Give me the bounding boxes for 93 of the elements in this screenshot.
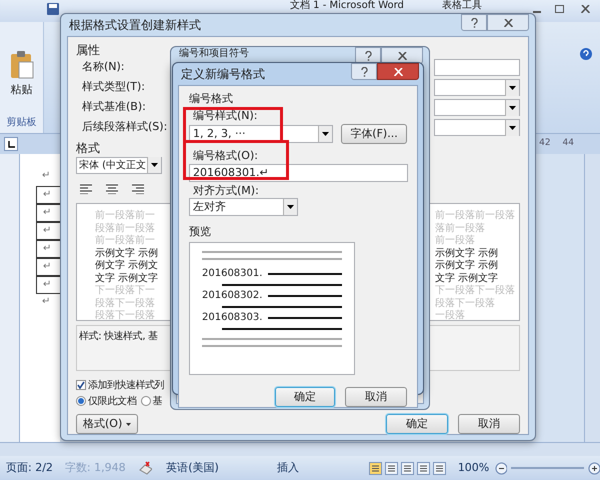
save-icon[interactable] <box>46 2 60 16</box>
checkbox-label[interactable]: 添加到快速样式列 <box>88 378 164 392</box>
table-cell-text: ↵ <box>41 295 52 309</box>
alignment-select[interactable]: 左对齐 <box>189 198 298 216</box>
preview-text: 一段落 <box>435 310 466 322</box>
name-field[interactable] <box>434 58 520 76</box>
tab-stop-icon <box>8 140 14 148</box>
ruler-number: 44 <box>562 137 574 150</box>
preview-text: 前一段落前一 <box>95 210 156 222</box>
preview-text: 例文字 示例文 <box>95 260 158 272</box>
context-tab-label: 表格工具 <box>442 0 482 12</box>
section-label: 格式 <box>76 140 100 155</box>
cancel-button[interactable]: 取消 <box>458 414 520 434</box>
preview-text: 示例文字 示例 <box>435 248 500 260</box>
close-icon <box>394 68 402 76</box>
style-description: 样式: 快速样式, 基 <box>79 331 158 342</box>
preview-text: 文字 示例文字 <box>435 272 500 284</box>
preview-text: 文字 示例文字 <box>95 272 158 284</box>
align-left-icon[interactable] <box>80 184 92 194</box>
field-label: 样式基准(B): <box>81 98 146 115</box>
format-menu-button[interactable]: 格式(O) <box>76 414 138 434</box>
preview-text: 前一段落 <box>435 235 476 248</box>
field-label: 对齐方式(M): <box>192 184 259 198</box>
help-icon <box>470 18 478 28</box>
help-icon <box>364 50 372 60</box>
ruler-number: 42 <box>539 137 551 150</box>
zoom-level[interactable]: 100% <box>458 460 490 476</box>
close-button[interactable] <box>377 63 419 80</box>
tab-stop-button[interactable] <box>4 137 18 151</box>
field-label: 名称(N): <box>81 58 125 75</box>
reading-layout-icon[interactable] <box>384 462 398 474</box>
align-right-icon[interactable] <box>132 184 144 194</box>
preview-number: 201608302. <box>202 290 262 302</box>
group-label: 编号格式 <box>189 92 233 106</box>
preview-text: 段落下一段落 <box>95 298 156 310</box>
outline-icon[interactable] <box>416 462 430 474</box>
ok-button[interactable]: 确定 <box>275 387 335 407</box>
preview-text: 前一段落前一 <box>95 235 156 248</box>
paste-label[interactable]: 粘贴 <box>10 82 32 98</box>
preview-label: 预览 <box>189 224 211 240</box>
maximize-icon <box>554 4 564 12</box>
dialog-title: 定义新编号格式 <box>181 66 265 83</box>
preview-text: 段落前一段落 <box>95 222 156 234</box>
close-icon <box>504 18 512 26</box>
dialog-title: 编号和项目符号 <box>179 47 249 61</box>
preview-text: 落前一段落 <box>435 222 486 234</box>
minimize-icon <box>533 11 541 13</box>
help-icon <box>360 66 368 76</box>
paste-icon[interactable] <box>8 50 34 80</box>
preview-text: 段落下一段落 <box>95 310 156 322</box>
preview-text: 示例文字 示例 <box>435 260 500 272</box>
close-icon <box>580 4 590 12</box>
align-center-icon[interactable] <box>106 184 118 194</box>
insert-mode[interactable]: 插入 <box>270 460 305 476</box>
section-label: 属性 <box>76 42 100 57</box>
preview-text: 示例文字 示例 <box>95 248 158 260</box>
field-label: 编号格式(O): <box>192 148 258 164</box>
checkbox[interactable] <box>76 380 86 390</box>
field-label: 编号样式(N): <box>192 108 258 124</box>
group-label: 剪贴板 <box>6 116 36 130</box>
radio-button[interactable] <box>140 396 151 406</box>
close-icon <box>398 52 406 60</box>
close-button[interactable] <box>487 14 529 31</box>
field-label: 样式类型(T): <box>81 78 146 95</box>
web-layout-icon[interactable] <box>400 462 414 474</box>
radio-label[interactable]: 基 <box>152 394 162 408</box>
preview-number: 201608301. <box>202 268 262 280</box>
numbering-format-field[interactable]: 201608301.↵ <box>189 164 408 182</box>
preview-text: 段落下一段落 <box>435 298 496 310</box>
font-select[interactable]: 宋体 (中文正文 <box>76 156 162 174</box>
ok-button[interactable]: 确定 <box>386 414 448 434</box>
zoom-out-icon[interactable] <box>495 462 508 474</box>
font-button[interactable]: 字体(F)... <box>341 124 407 144</box>
cancel-button[interactable]: 取消 <box>345 387 407 407</box>
help-button[interactable] <box>461 14 487 31</box>
proofing-icon[interactable] <box>138 461 152 475</box>
preview-text: 下一段落下一段落 <box>435 285 516 298</box>
radio-button[interactable] <box>76 396 86 406</box>
field-label: 后续段落样式(S): <box>81 118 168 135</box>
help-icon[interactable] <box>580 48 592 60</box>
dialog-title: 根据格式设置创建新样式 <box>69 17 201 34</box>
print-layout-icon[interactable] <box>368 462 382 474</box>
page-count[interactable]: 页面: 2/2 <box>0 460 59 476</box>
radio-label[interactable]: 仅限此文档 <box>88 394 137 408</box>
preview-number: 201608303. <box>202 312 262 324</box>
table-cell-text: ↵ <box>41 169 52 183</box>
draft-icon[interactable] <box>432 462 446 474</box>
zoom-in-icon[interactable] <box>588 462 600 474</box>
preview-text: 前一段落前一段落 <box>435 210 516 222</box>
caret-icon <box>126 422 132 426</box>
preview-text: 下一段落下一 <box>95 285 156 298</box>
help-button[interactable] <box>351 63 377 80</box>
language-label[interactable]: 英语(美国) <box>158 460 227 476</box>
